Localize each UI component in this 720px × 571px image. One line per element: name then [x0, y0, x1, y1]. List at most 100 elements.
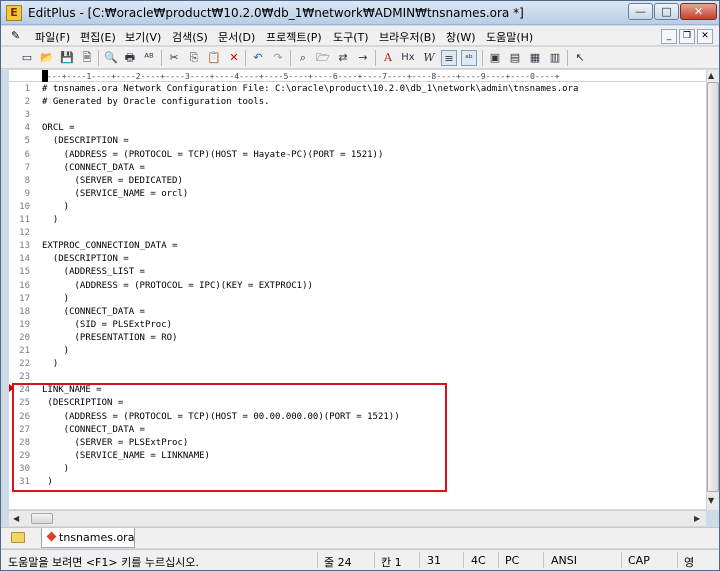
menu-window[interactable]: 창(W) [446, 29, 476, 45]
mdi-restore-button[interactable]: ❐ [679, 29, 695, 44]
spell-icon[interactable]: ᵃᵇ [461, 50, 477, 66]
menu-tools[interactable]: 도구(T) [333, 29, 369, 45]
menu-help[interactable]: 도움말(H) [486, 29, 533, 45]
open-folder-icon[interactable]: 📂 [39, 50, 55, 66]
code-text: # tnsnames.ora Network Configuration Fil… [42, 84, 579, 94]
line-number: 2 [24, 97, 30, 108]
line-number: 13 [19, 241, 30, 252]
line-number: 20 [19, 332, 30, 343]
find-in-files-icon[interactable]: 🗁 [315, 50, 331, 66]
mdi-minimize-button[interactable]: _ [661, 29, 677, 44]
menu-bar: ✎ 파일(F) 편집(E) 보기(V) 검색(S) 문서(D) 프로젝트(P) … [1, 26, 719, 46]
toolbar-separator [98, 50, 99, 66]
code-text: (PRESENTATION = RO) [42, 332, 178, 343]
menu-view[interactable]: 보기(V) [125, 29, 161, 45]
status-column: 칸 1 [381, 556, 402, 569]
line-number: 6 [24, 149, 30, 160]
cliptext-icon[interactable]: ▦ [527, 50, 543, 66]
paste-icon[interactable]: 📋 [206, 50, 222, 66]
replace-icon[interactable]: ⇄ [335, 50, 351, 66]
red-highlight-box [12, 383, 447, 492]
font-size-icon[interactable]: A [380, 50, 396, 66]
code-text: ) [42, 346, 70, 356]
find-icon[interactable]: ⌕ [295, 50, 311, 66]
mdi-controls: _ ❐ ✕ [659, 28, 713, 44]
line-number: 12 [19, 228, 30, 239]
menu-edit[interactable]: 편집(E) [80, 29, 116, 45]
code-text: # Generated by Oracle configuration tool… [42, 97, 270, 108]
help-pointer-icon[interactable]: ↖ [572, 50, 588, 66]
redo-icon[interactable]: ↷ [270, 50, 286, 66]
minimize-button[interactable]: — [628, 3, 653, 20]
menu-project[interactable]: 프로젝트(P) [266, 29, 322, 45]
code-text: (ADDRESS = (PROTOCOL = IPC)(KEY = EXTPRO… [42, 280, 313, 291]
ruler: ----+----1----+----2----+----3----+----4… [9, 70, 719, 82]
mdi-close-button[interactable]: ✕ [697, 29, 713, 44]
line-number: 14 [19, 254, 30, 265]
horizontal-scroll-thumb[interactable] [31, 513, 53, 524]
status-caps: CAP [628, 554, 650, 567]
menu-search[interactable]: 검색(S) [172, 29, 208, 45]
line-number: 9 [24, 188, 30, 199]
menu-document[interactable]: 문서(D) [218, 29, 255, 45]
menu-edit-doc-icon[interactable]: ✎ [11, 29, 20, 42]
status-line-ending: PC [505, 554, 520, 567]
scroll-up-arrow-icon[interactable]: ▲ [708, 71, 714, 80]
status-ime: 영 [684, 556, 695, 569]
code-text: (ADDRESS_LIST = [42, 267, 145, 278]
line-number: 1 [24, 84, 30, 94]
toolbar-separator [375, 50, 376, 66]
line-number-icon[interactable]: ≡ [441, 50, 457, 66]
line-number: 17 [19, 293, 30, 304]
tab-tnsnames-ora[interactable]: tnsnames.ora [41, 528, 135, 548]
toolbar-separator [161, 50, 162, 66]
ruler-scale: ----+----1----+----2----+----3----+----4… [42, 71, 560, 81]
code-text: (SID = PLSExtProc) [42, 319, 173, 330]
status-separator [317, 552, 318, 568]
goto-line-icon[interactable]: → [355, 50, 371, 66]
spellcheck-icon[interactable]: ᴬᴮ [141, 50, 157, 66]
code-text: ) [42, 293, 70, 304]
maximize-button[interactable]: □ [654, 3, 679, 20]
vertical-scrollbar[interactable]: ▲ ▼ [706, 70, 719, 510]
line-number: 8 [24, 175, 30, 186]
line-number: 5 [24, 136, 30, 147]
scroll-down-arrow-icon[interactable]: ▼ [708, 496, 714, 505]
folder-icon[interactable] [11, 532, 25, 543]
line-number: 18 [19, 306, 30, 317]
menu-file[interactable]: 파일(F) [35, 29, 70, 45]
title-bar[interactable]: E EditPlus - [C:₩oracle₩product₩10.2.0₩d… [1, 1, 719, 25]
status-separator [463, 552, 464, 568]
word-wrap-icon[interactable]: W [421, 50, 437, 66]
scroll-left-arrow-icon[interactable]: ◀ [13, 514, 19, 523]
print-icon[interactable]: 🖶 [122, 50, 138, 66]
scroll-right-arrow-icon[interactable]: ▶ [694, 514, 700, 523]
horizontal-scrollbar[interactable]: ◀ ▶ [9, 510, 706, 526]
status-separator [543, 552, 544, 568]
user-tool-icon[interactable]: ▤ [507, 50, 523, 66]
code-text: (DESCRIPTION = [42, 136, 129, 147]
save-icon[interactable]: 💾 [59, 50, 75, 66]
status-code: 4C [471, 554, 486, 567]
status-bar: 도움말을 보려면 <F1> 키를 누르십시오. 줄 24 칸 1 31 4C P… [1, 549, 719, 570]
save-all-icon[interactable]: 🗎 [79, 50, 95, 66]
cut-icon[interactable]: ✂ [166, 50, 182, 66]
code-text: (SERVER = DEDICATED) [42, 175, 183, 186]
status-separator [419, 552, 420, 568]
editplus-app-icon[interactable]: E [6, 5, 22, 21]
vertical-scroll-thumb[interactable] [707, 82, 719, 492]
line-number: 10 [19, 201, 30, 212]
copy-icon[interactable]: ⎘ [186, 50, 202, 66]
close-button[interactable]: ✕ [680, 3, 717, 20]
new-file-icon[interactable]: ▭ [19, 50, 35, 66]
editplus-window: E EditPlus - [C:₩oracle₩product₩10.2.0₩d… [0, 0, 720, 571]
menu-browser[interactable]: 브라우저(B) [379, 29, 436, 45]
status-encoding: ANSI [551, 554, 577, 567]
browser-icon[interactable]: ▣ [487, 50, 503, 66]
hex-viewer-icon[interactable]: Hx [398, 50, 418, 66]
undo-icon[interactable]: ↶ [250, 50, 266, 66]
print-preview-icon[interactable]: 🔍 [103, 50, 119, 66]
delete-icon[interactable]: ✕ [226, 50, 242, 66]
toolbar-separator [290, 50, 291, 66]
directory-icon[interactable]: ▥ [547, 50, 563, 66]
